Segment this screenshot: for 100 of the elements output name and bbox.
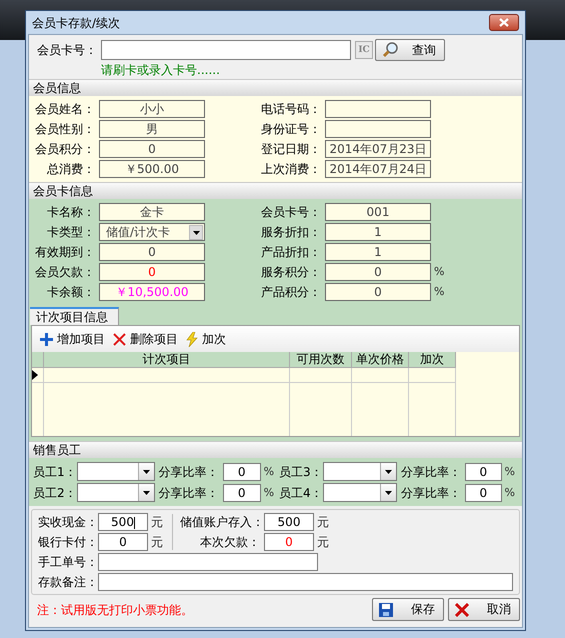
unit-label: 元 [316, 515, 330, 529]
value-field[interactable]: 0 [99, 140, 205, 158]
header-cell [32, 352, 44, 368]
column-header: 计次项目 [44, 352, 290, 368]
value-field[interactable]: 0 [325, 263, 431, 281]
field-label: 员工3： [279, 464, 323, 478]
field-label: 分享比率： [401, 464, 462, 478]
field-label: 手工单号： [38, 555, 98, 569]
field-label: 分享比率： [158, 464, 219, 478]
field-label: 产品折扣： [260, 245, 322, 259]
column-header: 可用次数 [290, 352, 352, 368]
unit-label: % [262, 464, 274, 478]
field-label: 会员性别： [34, 122, 96, 136]
toolbar-button[interactable]: 删除项目 [113, 330, 178, 348]
value-field[interactable]: 金卡 [99, 203, 205, 221]
card-type-dropdown[interactable]: 储值/计次卡 [99, 223, 205, 241]
section-header: 会员信息 [29, 79, 522, 96]
dropdown-arrow-icon [192, 230, 200, 234]
value-field[interactable]: 2014年07月24日 [325, 160, 431, 178]
value-field[interactable]: 1 [325, 223, 431, 241]
staff-dropdown[interactable] [76, 462, 155, 481]
toolbar-button[interactable]: 加次 [186, 330, 226, 348]
cancel-button[interactable]: 取消 [448, 598, 520, 621]
field-label: 卡类型： [46, 225, 96, 239]
close-button[interactable] [489, 14, 519, 31]
amount-field[interactable]: 500 [98, 513, 148, 531]
dropdown-arrow-icon [385, 490, 392, 494]
table-cell [352, 368, 409, 383]
table-cell [409, 368, 456, 383]
unit-label: % [504, 464, 515, 478]
field-label: 实收现金： [38, 515, 98, 529]
save-button[interactable]: 保存 [372, 598, 444, 621]
unit-label: % [433, 265, 446, 279]
value-field[interactable]: 1 [325, 243, 431, 261]
window-title: 会员卡存款/续次 [32, 16, 120, 30]
value-field[interactable]: 小小 [99, 100, 205, 118]
value-field[interactable]: 0 [99, 243, 205, 261]
field-label: 登记日期： [260, 142, 322, 156]
staff-dropdown[interactable] [76, 483, 155, 502]
manual-number-field[interactable] [98, 553, 318, 571]
value-field[interactable] [325, 100, 431, 118]
unit-label: 元 [316, 535, 330, 549]
field-label: 分享比率： [158, 486, 219, 500]
trial-note: 注：试用版无打印小票功能。 [37, 602, 194, 616]
field-label: 会员积分： [34, 142, 96, 156]
close-icon [455, 602, 469, 616]
value-field[interactable]: 0 [325, 283, 431, 301]
field-label: 总消费： [46, 162, 96, 176]
field-label: 电话号码： [260, 102, 322, 116]
tab[interactable]: 计次项目信息 [30, 307, 119, 325]
amount-field[interactable]: 0 [264, 533, 314, 551]
field-label: 员工1： [33, 464, 77, 478]
column-header: 加次 [409, 352, 456, 368]
staff-dropdown[interactable] [322, 483, 398, 502]
field-label: 有效期到： [34, 245, 96, 259]
lightning-icon [186, 332, 198, 346]
field-label: 分享比率： [401, 486, 462, 500]
table-cell [290, 368, 352, 383]
field-label: 员工2： [33, 486, 77, 500]
card-number-field[interactable] [101, 40, 351, 60]
field-label: 存款备注： [38, 575, 98, 589]
unit-label: 元 [150, 515, 164, 529]
staff-dropdown[interactable] [322, 462, 398, 481]
dropdown-arrow-icon [142, 470, 150, 474]
remark-field[interactable] [98, 573, 513, 591]
search-button[interactable]: 查询 [375, 39, 445, 61]
value-field[interactable]: 0 [99, 263, 205, 281]
field-label: 卡余额： [46, 285, 96, 299]
rate-field[interactable]: 0 [465, 484, 502, 502]
plus-icon [40, 332, 53, 346]
field-label: 会员卡号： [37, 43, 98, 57]
unit-label: % [433, 285, 446, 299]
field-label: 服务折扣： [260, 225, 322, 239]
field-label: 产品积分： [260, 285, 322, 299]
dropdown-arrow-icon [385, 470, 392, 474]
field-label: 服务积分： [260, 265, 322, 279]
value-field[interactable]: 001 [325, 203, 431, 221]
field-label: 上次消费： [260, 162, 322, 176]
amount-field[interactable]: 0 [98, 533, 148, 551]
rate-field[interactable]: 0 [465, 462, 502, 480]
field-label: 会员欠款： [34, 265, 96, 279]
field-label: 本次欠款： [199, 535, 261, 549]
field-label: 会员卡号： [260, 205, 322, 219]
unit-label: % [262, 486, 274, 500]
unit-label: % [504, 486, 515, 500]
value-field[interactable] [325, 120, 431, 138]
toolbar-button[interactable]: 增加项目 [40, 330, 105, 348]
field-label: 卡名称： [46, 205, 96, 219]
rate-field[interactable]: 0 [222, 462, 261, 480]
value-field[interactable]: 2014年07月23日 [325, 140, 431, 158]
field-label: 会员姓名： [34, 102, 96, 116]
delete-icon [113, 332, 126, 346]
amount-field[interactable]: 500 [264, 513, 314, 531]
column-header: 单次价格 [352, 352, 409, 368]
rate-field[interactable]: 0 [222, 484, 261, 502]
field-label: 银行卡付： [38, 535, 98, 549]
current-row-icon [32, 370, 38, 380]
value-field[interactable]: 男 [99, 120, 205, 138]
value-field[interactable]: ￥500.00 [99, 160, 205, 178]
section-header: 销售员工 [29, 441, 522, 458]
